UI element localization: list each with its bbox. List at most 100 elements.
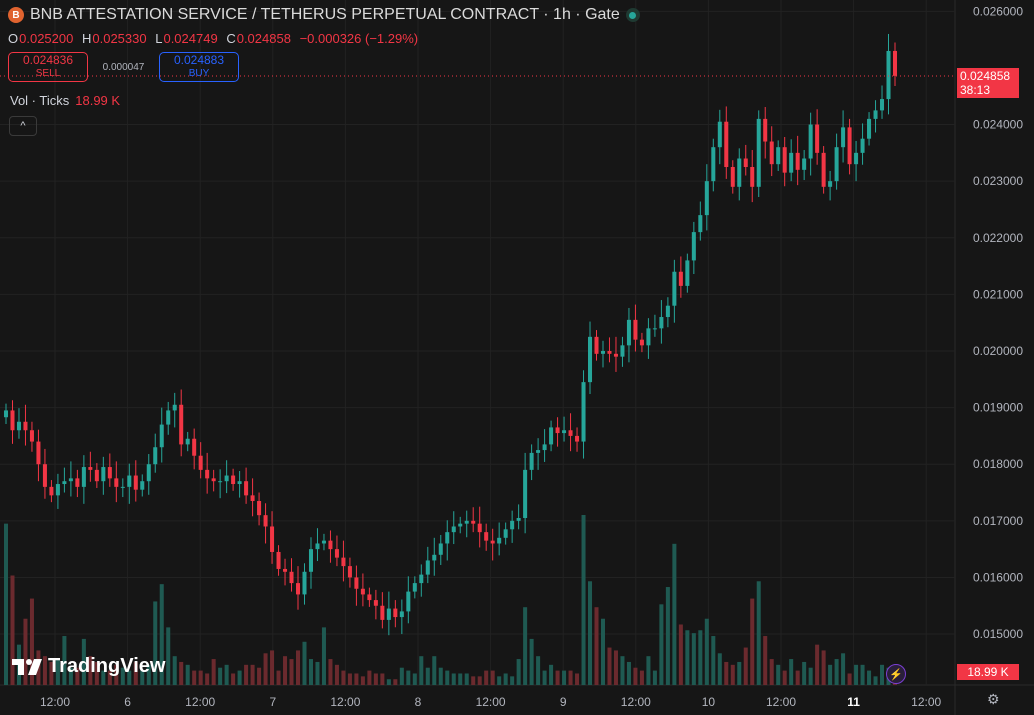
candle-body xyxy=(873,110,878,119)
time-tick-label: 11 xyxy=(847,695,860,709)
collapse-legend-button[interactable]: ^ xyxy=(9,116,37,136)
volume-bar xyxy=(841,653,846,685)
volume-bar xyxy=(815,644,820,685)
volume-bar xyxy=(782,670,787,685)
volume-bar xyxy=(821,650,826,685)
tradingview-logo[interactable]: TradingView xyxy=(12,655,165,678)
candle-body xyxy=(542,444,547,451)
candle-body xyxy=(763,118,768,142)
volume-bar xyxy=(581,515,586,685)
volume-bar xyxy=(354,673,359,685)
volume-bar xyxy=(315,661,320,685)
volume-bar xyxy=(270,650,275,685)
open-label: O xyxy=(8,31,19,46)
volume-bar xyxy=(224,664,229,685)
candle-body xyxy=(510,520,515,530)
volume-bar xyxy=(341,670,346,685)
candle-body xyxy=(373,600,378,606)
candle-body xyxy=(114,478,119,487)
flash-icon[interactable]: ⚡ xyxy=(886,664,906,684)
candle-body xyxy=(568,430,573,436)
candle-body xyxy=(68,478,73,482)
candle-body xyxy=(360,588,365,595)
candle-body xyxy=(289,571,294,584)
volume-bar xyxy=(185,664,190,685)
volume-bar xyxy=(600,618,606,685)
volume-bar xyxy=(276,670,281,685)
volume-bar xyxy=(588,581,593,685)
candle-body xyxy=(471,520,476,524)
chevron-up-icon: ^ xyxy=(20,120,26,132)
volume-bar xyxy=(880,664,885,685)
candle-body xyxy=(562,430,567,434)
candle-body xyxy=(146,464,151,482)
candle-body xyxy=(704,181,709,216)
candle-body xyxy=(88,467,93,470)
candle-body xyxy=(438,543,443,555)
candle-body xyxy=(205,469,210,479)
volume-bar xyxy=(295,650,301,685)
volume-bar xyxy=(373,673,378,685)
candle-body xyxy=(367,594,372,601)
volume-bar xyxy=(516,659,521,685)
candle-body xyxy=(841,127,846,148)
volume-bar xyxy=(471,676,476,685)
candle-body xyxy=(302,571,307,595)
candle-body xyxy=(406,591,411,612)
chart-header: B BNB ATTESTATION SERVICE / TETHERUS PER… xyxy=(8,6,640,24)
candle-body xyxy=(854,152,859,165)
sell-label: SELL xyxy=(35,68,61,79)
candle-body xyxy=(55,484,60,496)
volume-bar xyxy=(386,679,391,685)
volume-bar xyxy=(308,659,313,685)
chart-canvas[interactable]: 0.026000 0.024000 0.023000 0.022000 0.021000… xyxy=(0,0,1034,715)
volume-bar xyxy=(873,676,878,685)
volume-bar xyxy=(769,659,774,685)
volume-bar xyxy=(477,676,482,685)
candle-body xyxy=(659,317,664,329)
candle-body xyxy=(192,438,197,456)
market-status-icon xyxy=(625,8,640,22)
time-tick-label: 6 xyxy=(124,695,131,709)
time-tick-label: 12:00 xyxy=(330,695,360,709)
candle-body xyxy=(620,345,625,357)
volume-bar xyxy=(860,664,865,685)
volume-bar xyxy=(360,676,365,685)
candle-body xyxy=(153,447,158,465)
candle-body xyxy=(607,350,612,354)
candle-body xyxy=(127,475,132,487)
volume-bar xyxy=(334,664,339,685)
candle-body xyxy=(393,608,398,618)
gate-logo-icon: B xyxy=(8,7,24,23)
last-price-value: 0.024858 xyxy=(960,68,1011,83)
candle-body xyxy=(257,501,262,516)
candle-body xyxy=(347,566,352,578)
volume-bar xyxy=(685,630,690,685)
volume-bar xyxy=(704,618,709,685)
volume-bar xyxy=(626,661,631,685)
volume-bar xyxy=(795,670,800,685)
candle-body xyxy=(886,50,891,100)
candle-body xyxy=(231,475,236,485)
candle-body xyxy=(834,147,839,182)
candle-body xyxy=(802,158,807,170)
candle-body xyxy=(828,181,833,187)
volume-legend[interactable]: Vol · Ticks 18.99 K xyxy=(10,93,120,108)
candle-body xyxy=(140,481,145,490)
candle-body xyxy=(185,438,190,445)
buy-button[interactable]: 0.024883 BUY xyxy=(159,52,239,82)
volume-value: 18.99 K xyxy=(75,93,121,108)
candle-body xyxy=(315,543,320,550)
candle-body xyxy=(75,478,80,487)
candle-body xyxy=(594,336,599,354)
volume-bar xyxy=(490,670,495,685)
candle-body xyxy=(880,99,885,111)
price-tick-label: 0.022000 xyxy=(973,231,1023,245)
sell-button[interactable]: 0.024836 SELL xyxy=(8,52,88,82)
candle-body xyxy=(678,271,683,286)
time-tick-label: 9 xyxy=(560,695,567,709)
symbol-title[interactable]: BNB ATTESTATION SERVICE / TETHERUS PERPE… xyxy=(30,6,620,24)
gear-icon[interactable]: ⚙ xyxy=(987,691,1000,708)
volume-bar xyxy=(639,670,644,685)
volume-bar xyxy=(263,653,268,685)
